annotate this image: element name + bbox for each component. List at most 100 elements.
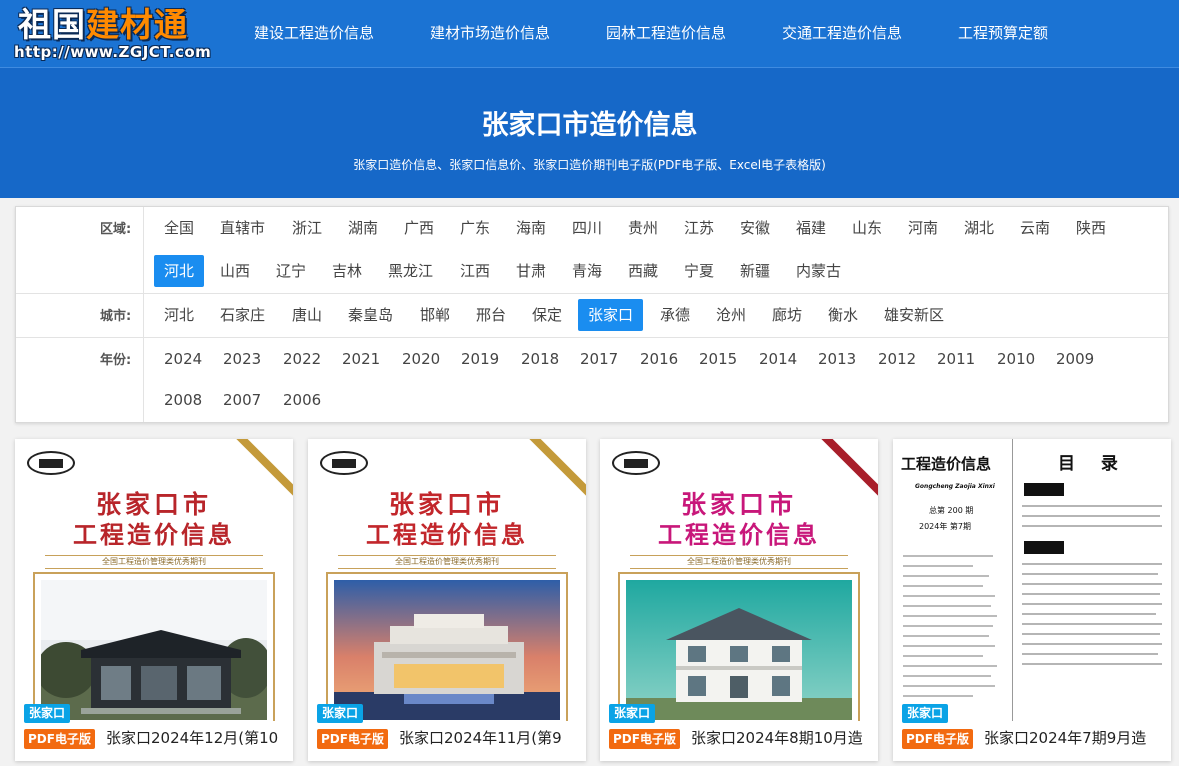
- format-badge: PDF电子版: [317, 729, 388, 749]
- cover-title-text: 工程造价信息: [366, 520, 528, 549]
- city-option[interactable]: 唐山: [282, 299, 332, 331]
- nav-traffic-cost[interactable]: 交通工程造价信息: [782, 0, 902, 67]
- doc-pinyin: Gongcheng Zaojia Xinxi: [915, 483, 995, 490]
- year-option[interactable]: 2017: [570, 343, 628, 375]
- region-option[interactable]: 黑龙江: [378, 255, 443, 287]
- region-option[interactable]: 江苏: [674, 212, 724, 244]
- region-option[interactable]: 吉林: [322, 255, 372, 287]
- year-option[interactable]: 2007: [213, 384, 271, 416]
- region-option[interactable]: 广西: [394, 212, 444, 244]
- region-option[interactable]: 陕西: [1066, 212, 1116, 244]
- publication-card[interactable]: 张家口市 工程造价信息 全国工程造价管理类优秀期刊 张家口 PDF电子版 张家口…: [308, 439, 586, 761]
- region-option[interactable]: 宁夏: [674, 255, 724, 287]
- year-option[interactable]: 2022: [273, 343, 331, 375]
- region-option[interactable]: 贵州: [618, 212, 668, 244]
- doc-redaction: [1024, 541, 1064, 554]
- city-option[interactable]: 雄安新区: [874, 299, 954, 331]
- city-option[interactable]: 秦皇岛: [338, 299, 403, 331]
- format-badge: PDF电子版: [902, 729, 973, 749]
- page-banner: 张家口市造价信息 张家口造价信息、张家口信息价、张家口造价期刊电子版(PDF电子…: [0, 67, 1179, 198]
- doc-text-line: [903, 615, 997, 617]
- nav-material-market-cost[interactable]: 建材市场造价信息: [430, 0, 550, 67]
- cover-photo-frame: [326, 572, 568, 721]
- region-option[interactable]: 山西: [210, 255, 260, 287]
- year-option[interactable]: 2019: [451, 343, 509, 375]
- region-option[interactable]: 云南: [1010, 212, 1060, 244]
- year-option[interactable]: 2021: [332, 343, 390, 375]
- region-option[interactable]: 内蒙古: [786, 255, 851, 287]
- region-option[interactable]: 四川: [562, 212, 612, 244]
- year-option[interactable]: 2009: [1046, 343, 1104, 375]
- region-option[interactable]: 全国: [154, 212, 204, 244]
- year-option[interactable]: 2024: [154, 343, 212, 375]
- region-option[interactable]: 湖北: [954, 212, 1004, 244]
- publisher-seal-icon: [320, 451, 368, 475]
- region-option[interactable]: 海南: [506, 212, 556, 244]
- filter-panel: 区域: 城市: 年份: 全国 直辖市 浙江 湖南 广西 广东 海南 四川 贵州 …: [15, 206, 1169, 423]
- year-option[interactable]: 2013: [808, 343, 866, 375]
- card-title[interactable]: 张家口2024年12月(第10: [106, 727, 290, 751]
- building-photo: [626, 580, 852, 720]
- nav-budget-quota[interactable]: 工程预算定额: [958, 0, 1048, 67]
- publication-card[interactable]: 工程造价信息 Gongcheng Zaojia Xinxi 总第 200 期 2…: [893, 439, 1171, 761]
- year-option[interactable]: 2011: [927, 343, 985, 375]
- city-option[interactable]: 保定: [522, 299, 572, 331]
- region-option[interactable]: 浙江: [282, 212, 332, 244]
- cover-photo-frame: [33, 572, 275, 721]
- year-option[interactable]: 2010: [987, 343, 1045, 375]
- cover-image: 工程造价信息 Gongcheng Zaojia Xinxi 总第 200 期 2…: [893, 439, 1171, 721]
- region-option[interactable]: 直辖市: [210, 212, 275, 244]
- doc-text-line: [903, 575, 989, 577]
- region-option[interactable]: 福建: [786, 212, 836, 244]
- city-option[interactable]: 河北: [154, 299, 204, 331]
- doc-text-line: [1022, 613, 1156, 615]
- year-option[interactable]: 2008: [154, 384, 212, 416]
- year-option[interactable]: 2018: [511, 343, 569, 375]
- city-option[interactable]: 邯郸: [410, 299, 460, 331]
- format-badge: PDF电子版: [609, 729, 680, 749]
- doc-text-line: [1022, 515, 1160, 517]
- doc-text-line: [1022, 643, 1162, 645]
- region-option[interactable]: 安徽: [730, 212, 780, 244]
- year-option[interactable]: 2020: [392, 343, 450, 375]
- year-option[interactable]: 2023: [213, 343, 271, 375]
- nav-construction-cost[interactable]: 建设工程造价信息: [254, 0, 374, 67]
- page-subtitle: 张家口造价信息、张家口信息价、张家口造价期刊电子版(PDF电子版、Excel电子…: [353, 158, 826, 172]
- city-option[interactable]: 承德: [650, 299, 700, 331]
- region-option[interactable]: 西藏: [618, 255, 668, 287]
- region-option[interactable]: 江西: [450, 255, 500, 287]
- region-option[interactable]: 辽宁: [266, 255, 316, 287]
- city-option[interactable]: 石家庄: [210, 299, 275, 331]
- year-option[interactable]: 2006: [273, 384, 331, 416]
- region-option[interactable]: 青海: [562, 255, 612, 287]
- region-option[interactable]: 广东: [450, 212, 500, 244]
- filter-divider: [16, 337, 1168, 338]
- city-label: 城市:: [100, 309, 132, 324]
- region-option[interactable]: 新疆: [730, 255, 780, 287]
- year-option[interactable]: 2012: [868, 343, 926, 375]
- publication-card[interactable]: 张家口市 工程造价信息 全国工程造价管理类优秀期刊 张家口 PDF电子版 张家口…: [600, 439, 878, 761]
- doc-toc-heading: 目 录: [1058, 454, 1128, 474]
- region-option[interactable]: 河南: [898, 212, 948, 244]
- city-option-selected[interactable]: 张家口: [578, 299, 644, 331]
- city-option[interactable]: 衡水: [818, 299, 868, 331]
- site-logo[interactable]: 祖国建材通 http://www.ZGJCT.com: [14, 4, 224, 64]
- doc-text-line: [1022, 563, 1162, 565]
- year-option[interactable]: 2016: [630, 343, 688, 375]
- nav-landscape-cost[interactable]: 园林工程造价信息: [606, 0, 726, 67]
- city-option[interactable]: 邢台: [466, 299, 516, 331]
- city-option[interactable]: 沧州: [706, 299, 756, 331]
- region-option[interactable]: 甘肃: [506, 255, 556, 287]
- publication-card[interactable]: 张家口市 工程造价信息 全国工程造价管理类优秀期刊 张家口 PDF电子版 张家口…: [15, 439, 293, 761]
- card-title[interactable]: 张家口2024年11月(第9: [399, 727, 583, 751]
- doc-text-line: [1022, 593, 1160, 595]
- doc-text-line: [903, 645, 995, 647]
- card-title[interactable]: 张家口2024年7期9月造: [984, 727, 1168, 751]
- region-option[interactable]: 山东: [842, 212, 892, 244]
- year-option[interactable]: 2014: [749, 343, 807, 375]
- city-option[interactable]: 廊坊: [762, 299, 812, 331]
- region-option[interactable]: 湖南: [338, 212, 388, 244]
- region-option-selected[interactable]: 河北: [154, 255, 205, 287]
- card-title[interactable]: 张家口2024年8期10月造: [691, 727, 875, 751]
- year-option[interactable]: 2015: [689, 343, 747, 375]
